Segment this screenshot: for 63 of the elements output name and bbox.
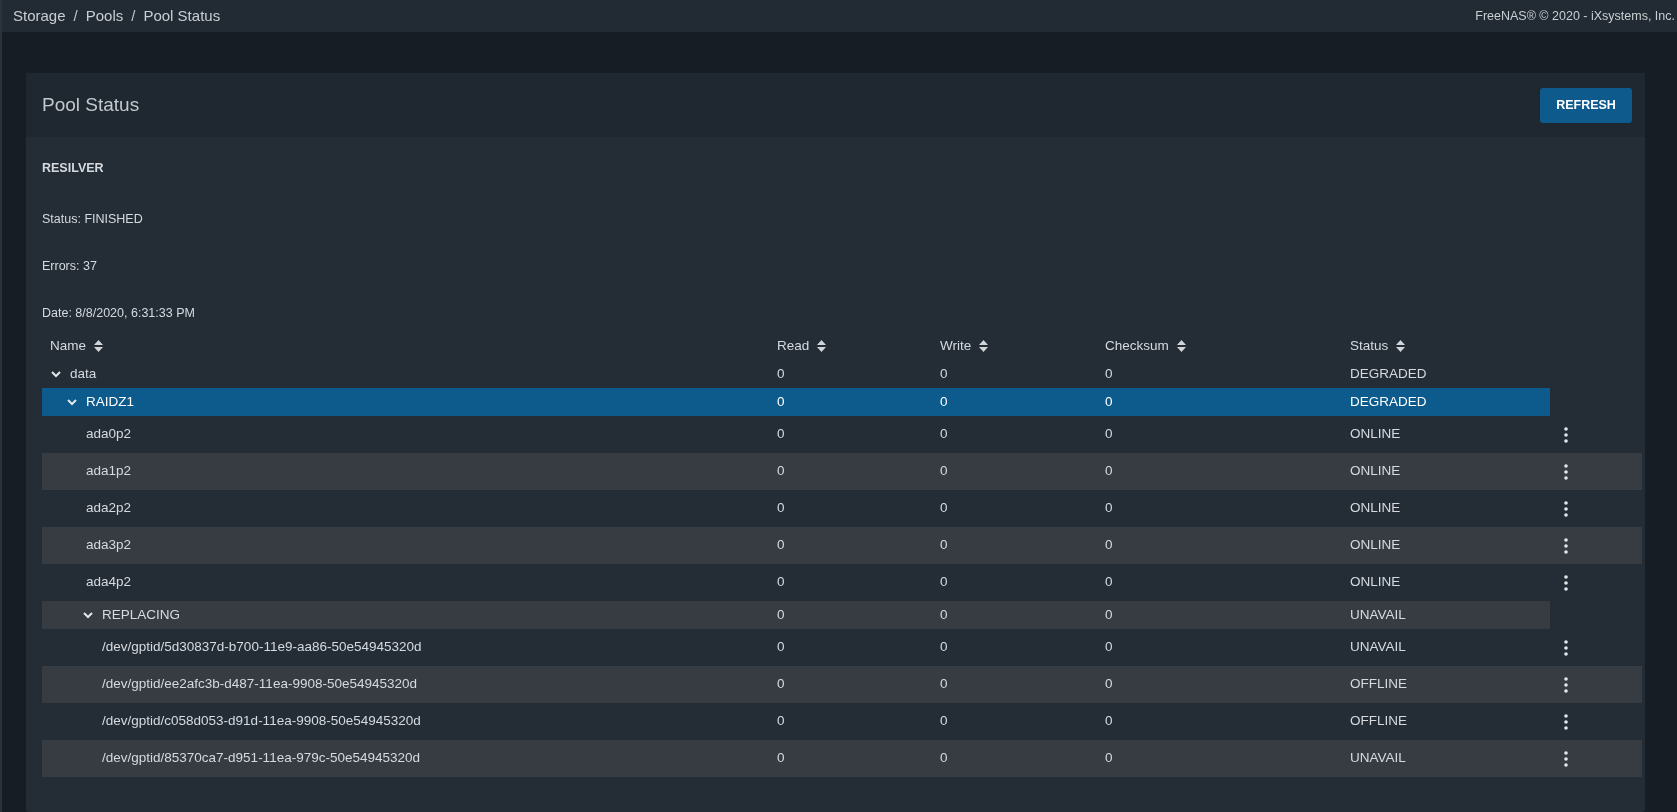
resilver-detail: Status: FINISHED [42, 212, 143, 226]
refresh-button[interactable]: REFRESH [1540, 87, 1632, 123]
more-options-icon[interactable] [1564, 676, 1568, 693]
sort-icon[interactable] [1176, 340, 1186, 352]
more-options-icon[interactable] [1564, 574, 1568, 591]
table-cell: 0 [777, 601, 940, 629]
table-cell: 0 [940, 453, 1105, 490]
table-cell: 0 [777, 388, 940, 416]
name-cell[interactable]: RAIDZ1 [42, 388, 777, 416]
column-header[interactable]: Name [50, 335, 86, 357]
table-cell: 0 [940, 601, 1105, 629]
table-cell: DEGRADED [1350, 388, 1550, 416]
column-header[interactable]: Write [940, 335, 972, 357]
table-cell: 0 [1105, 527, 1350, 564]
chevron-icon[interactable] [66, 396, 78, 408]
table-cell: 0 [777, 453, 940, 490]
more-options-icon[interactable] [1564, 713, 1568, 730]
more-options-icon[interactable] [1564, 500, 1568, 517]
table-cell: UNAVAIL [1350, 601, 1550, 629]
table-cell: UNAVAIL [1350, 740, 1550, 777]
more-options-icon[interactable] [1564, 537, 1568, 554]
chevron-icon[interactable] [82, 609, 94, 621]
name-cell[interactable]: ada3p2 [42, 527, 777, 564]
table-cell: 0 [777, 527, 940, 564]
table-cell: ONLINE [1350, 527, 1550, 564]
name-cell[interactable]: /dev/gptid/85370ca7-d951-11ea-979c-50e54945320d [42, 740, 777, 777]
sort-icon[interactable] [979, 340, 989, 352]
name-cell[interactable]: /dev/gptid/ee2afc3b-d487-11ea-9908-50e54945320d [42, 666, 777, 703]
breadcrumb-separator: / [131, 5, 136, 26]
resilver-detail: Errors: 37 [42, 259, 97, 273]
table-cell: 0 [940, 666, 1105, 703]
resilver-detail: Date: 8/8/2020, 6:31:33 PM [42, 306, 195, 320]
resilver-heading: RESILVER [42, 160, 105, 177]
breadcrumb-separator: / [73, 5, 78, 26]
more-options-icon[interactable] [1564, 463, 1568, 480]
more-options-icon[interactable] [1564, 750, 1568, 767]
column-header[interactable]: Read [777, 335, 810, 357]
table-cell: 0 [940, 740, 1105, 777]
name-cell[interactable]: ada1p2 [42, 453, 777, 490]
table-cell: 0 [777, 666, 940, 703]
table-cell: 0 [940, 527, 1105, 564]
breadcrumb-link[interactable]: Storage [13, 4, 66, 28]
more-options-icon[interactable] [1564, 639, 1568, 656]
column-header[interactable]: Status [1350, 335, 1389, 357]
chevron-icon[interactable] [50, 368, 62, 380]
table-cell: 0 [1105, 453, 1350, 490]
table-cell: 0 [1105, 388, 1350, 416]
table-cell: 0 [940, 388, 1105, 416]
more-options-icon[interactable] [1564, 426, 1568, 443]
table-cell: ONLINE [1350, 453, 1550, 490]
sort-icon[interactable] [817, 340, 827, 352]
card-title: Pool Status [42, 92, 140, 117]
sort-icon[interactable] [1396, 340, 1406, 352]
table-cell: 0 [1105, 740, 1350, 777]
name-cell[interactable]: REPLACING [42, 601, 777, 629]
sort-icon[interactable] [94, 340, 103, 352]
table-cell: 0 [1105, 666, 1350, 703]
table-cell: 0 [1105, 601, 1350, 629]
breadcrumb-link[interactable]: Pools [85, 4, 124, 28]
table-cell: 0 [777, 740, 940, 777]
table-cell: OFFLINE [1350, 666, 1550, 703]
copyright-text: FreeNAS® © 2020 - iXsystems, Inc. [1475, 7, 1675, 25]
column-header[interactable]: Checksum [1105, 335, 1169, 357]
